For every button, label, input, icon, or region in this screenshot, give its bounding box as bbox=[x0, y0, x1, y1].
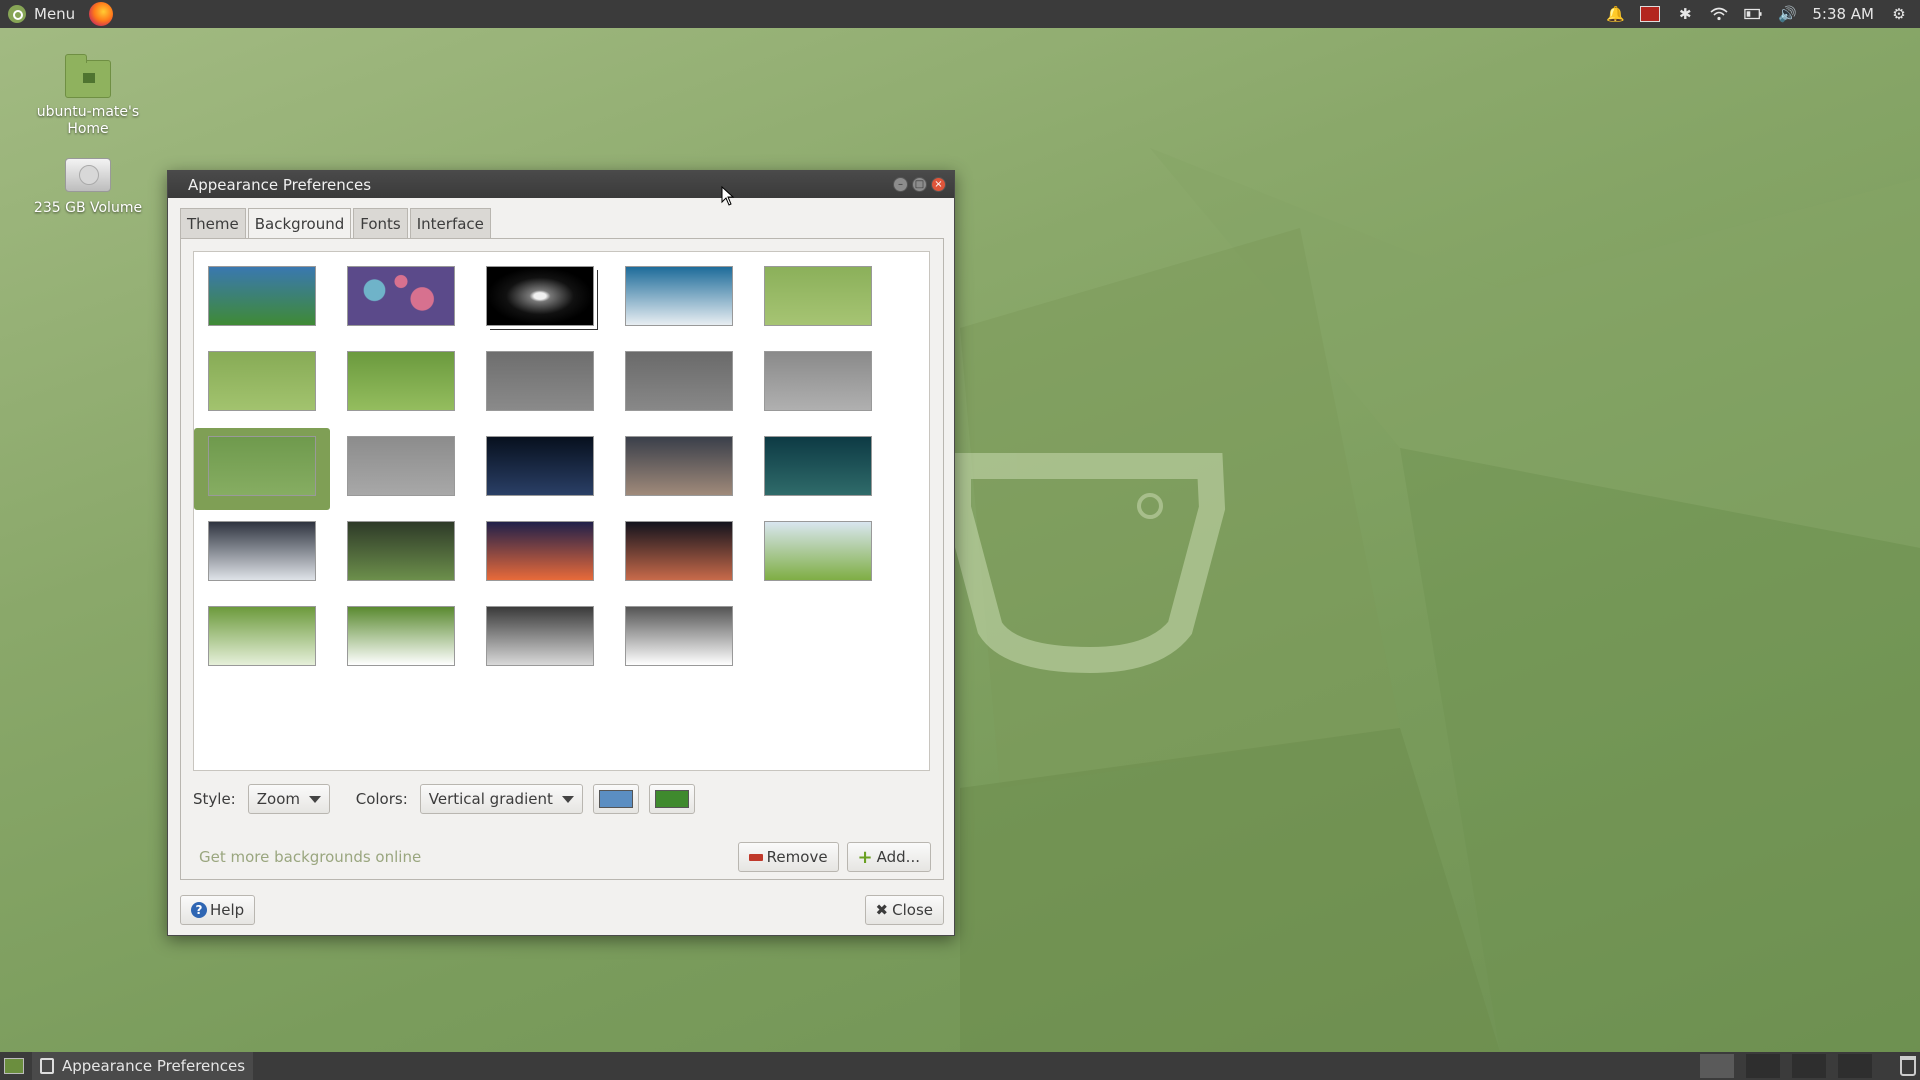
wallpaper-thumbnail-grey-glasses[interactable] bbox=[347, 436, 455, 496]
firefox-launcher-icon[interactable] bbox=[89, 2, 114, 26]
wallpaper-thumbnail-green-polygons[interactable] bbox=[764, 266, 872, 326]
workspace-1[interactable] bbox=[1700, 1054, 1734, 1078]
get-more-backgrounds-link[interactable]: Get more backgrounds online bbox=[199, 848, 421, 866]
colors-label: Colors: bbox=[355, 790, 408, 808]
add-label: Add... bbox=[876, 848, 920, 866]
trash-icon[interactable] bbox=[1900, 1056, 1916, 1076]
wallpaper-thumbnail-green-glasses[interactable] bbox=[208, 436, 316, 496]
mate-logo-icon bbox=[8, 5, 26, 23]
bottom-taskbar: Appearance Preferences bbox=[0, 1052, 1920, 1080]
wallpaper-thumbnail-rainy-window[interactable] bbox=[764, 436, 872, 496]
settings-gear-icon[interactable]: ⚙ bbox=[1890, 5, 1908, 23]
primary-color-swatch bbox=[598, 790, 633, 808]
add-icon: + bbox=[857, 846, 873, 868]
tab-interface[interactable]: Interface bbox=[409, 208, 491, 238]
wallpaper-thumbnail-green-splash-art[interactable] bbox=[347, 606, 455, 666]
secondary-color-swatch bbox=[654, 790, 689, 808]
primary-color-button[interactable] bbox=[592, 784, 639, 814]
help-icon: ? bbox=[191, 902, 207, 918]
colors-combo[interactable]: Vertical gradient bbox=[419, 784, 583, 814]
colors-value: Vertical gradient bbox=[428, 790, 553, 808]
secondary-color-button[interactable] bbox=[648, 784, 695, 814]
wallpaper-thumbnail-green-cliffs[interactable] bbox=[347, 521, 455, 581]
wallpaper-thumbnail-starry-mountain[interactable] bbox=[625, 521, 733, 581]
style-combo[interactable]: Zoom bbox=[247, 784, 330, 814]
wallpaper-thumbnail-mountain-clouds[interactable] bbox=[208, 521, 316, 581]
wallpaper-thumbnail-half-dome[interactable] bbox=[625, 436, 733, 496]
desktop-icon-label: 235 GB Volume bbox=[33, 200, 143, 216]
help-label: Help bbox=[210, 901, 245, 919]
background-tab-panel: Style: Zoom Colors: Vertical gradient Ge… bbox=[180, 238, 944, 880]
close-button[interactable]: ✖ Close bbox=[864, 895, 944, 925]
main-menu-button[interactable]: Menu bbox=[0, 0, 85, 28]
dialog-buttons-row: ? Help ✖ Close bbox=[180, 895, 944, 925]
window-title: Appearance Preferences bbox=[188, 175, 372, 194]
links-row: Get more backgrounds online Remove + Add… bbox=[193, 842, 933, 872]
tab-theme[interactable]: Theme bbox=[180, 208, 246, 238]
remove-label: Remove bbox=[766, 848, 828, 866]
chevron-down-icon bbox=[308, 795, 321, 803]
wifi-icon[interactable] bbox=[1710, 5, 1728, 23]
minimize-button[interactable]: – bbox=[893, 177, 908, 192]
window-titlebar[interactable]: Appearance Preferences – □ × bbox=[168, 171, 954, 198]
style-value: Zoom bbox=[256, 790, 300, 808]
home-folder-icon bbox=[65, 54, 111, 98]
wallpaper-thumbnail-grey-low-poly-logo[interactable] bbox=[764, 351, 872, 411]
show-desktop-icon[interactable] bbox=[4, 1058, 24, 1074]
tab-bar: Theme Background Fonts Interface bbox=[180, 208, 493, 240]
wallpaper-thumbnail-green-polygons-mate-logo[interactable] bbox=[208, 351, 316, 411]
wallpaper-thumbnail-grey-circles-art[interactable] bbox=[486, 606, 594, 666]
wallpaper-thumbnail-bokeh-lights[interactable] bbox=[347, 266, 455, 326]
close-label: Close bbox=[892, 901, 933, 919]
volume-icon[interactable]: 🔊 bbox=[1778, 5, 1797, 23]
wallpaper-thumbnail-ocean-waves[interactable] bbox=[625, 266, 733, 326]
chevron-down-icon bbox=[561, 795, 574, 803]
bluetooth-icon[interactable]: ✱ bbox=[1676, 5, 1694, 23]
tab-fonts[interactable]: Fonts bbox=[353, 208, 408, 238]
wallpaper-thumbnail-grey-splash-art[interactable] bbox=[625, 606, 733, 666]
desktop-icon-label: ubuntu-mate's Home bbox=[36, 104, 140, 137]
help-button[interactable]: ? Help bbox=[180, 895, 256, 925]
style-label: Style: bbox=[193, 790, 236, 808]
window-icon bbox=[40, 1058, 54, 1074]
close-icon: ✖ bbox=[875, 901, 889, 919]
wallpaper-thumbnail-green-low-poly-logo[interactable] bbox=[347, 351, 455, 411]
close-window-button[interactable]: × bbox=[931, 177, 946, 192]
add-button[interactable]: + Add... bbox=[846, 842, 931, 872]
wallpaper-thumbnail-sombrero-galaxy[interactable] bbox=[486, 266, 594, 326]
background-gallery[interactable] bbox=[193, 251, 930, 771]
mouse-cursor-icon bbox=[721, 186, 735, 206]
workspace-2[interactable] bbox=[1746, 1054, 1780, 1078]
workspace-3[interactable] bbox=[1792, 1054, 1826, 1078]
wallpaper-thumbnail-grey-polygons-mate-logo[interactable] bbox=[625, 351, 733, 411]
wallpaper-thumbnail-grey-polygons[interactable] bbox=[486, 351, 594, 411]
battery-icon[interactable] bbox=[1744, 5, 1762, 23]
tab-background[interactable]: Background bbox=[247, 208, 352, 240]
indicator-app-icon[interactable] bbox=[1640, 6, 1661, 22]
wallpaper-thumbnail-lone-tree[interactable] bbox=[764, 521, 872, 581]
appearance-preferences-window: Appearance Preferences – □ × Theme Backg… bbox=[167, 170, 955, 936]
menu-label: Menu bbox=[34, 5, 76, 23]
wallpaper-thumbnail-earth-night[interactable] bbox=[486, 436, 594, 496]
style-colors-row: Style: Zoom Colors: Vertical gradient bbox=[193, 784, 933, 814]
remove-icon bbox=[748, 853, 763, 861]
desktop-icon-home[interactable]: ubuntu-mate's Home bbox=[28, 54, 148, 138]
notification-bell-icon[interactable]: 🔔 bbox=[1606, 5, 1625, 23]
taskbar-item-appearance[interactable]: Appearance Preferences bbox=[32, 1052, 254, 1080]
top-panel: Menu 🔔 ✱ 🔊 5:38 AM ⚙ bbox=[0, 0, 1920, 28]
taskbar-item-label: Appearance Preferences bbox=[62, 1057, 246, 1075]
drive-icon bbox=[65, 158, 111, 192]
maximize-button[interactable]: □ bbox=[912, 177, 927, 192]
wallpaper-thumbnail-milky-way-sunset[interactable] bbox=[486, 521, 594, 581]
remove-button[interactable]: Remove bbox=[737, 842, 839, 872]
wallpaper-thumbnail-blue-green-gradient[interactable] bbox=[208, 266, 316, 326]
wallpaper-thumbnail-green-circles-art[interactable] bbox=[208, 606, 316, 666]
desktop-icon-volume[interactable]: 235 GB Volume bbox=[28, 158, 148, 217]
workspace-4[interactable] bbox=[1838, 1054, 1872, 1078]
clock[interactable]: 5:38 AM bbox=[1812, 5, 1874, 23]
